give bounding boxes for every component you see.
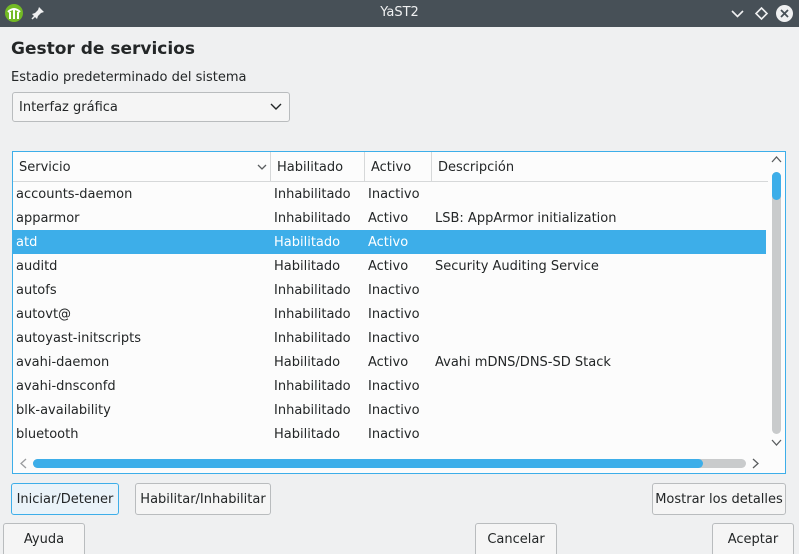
enabled-cell: Inhabilitado <box>274 187 351 202</box>
enabled-cell: Inhabilitado <box>274 403 351 418</box>
service-name-cell: atd <box>16 235 38 250</box>
title-bar: YaST2 <box>0 0 799 27</box>
default-target-label: Estadio predeterminado del sistema <box>11 70 247 85</box>
active-cell: Activo <box>368 259 409 274</box>
table-row[interactable]: autoyast-initscripts Inhabilitado Inactivo <box>13 326 766 350</box>
service-name-cell: bluetooth <box>16 427 79 442</box>
table-row[interactable]: autovt@ Inhabilitado Inactivo <box>13 302 766 326</box>
window-title: YaST2 <box>380 5 419 20</box>
page-title: Gestor de servicios <box>11 39 195 59</box>
description-cell: LSB: AppArmor initialization <box>435 211 617 226</box>
description-cell: Security Auditing Service <box>435 259 599 274</box>
minimize-icon[interactable] <box>729 5 746 22</box>
close-icon[interactable] <box>776 5 793 22</box>
enabled-cell: Habilitado <box>274 427 341 442</box>
column-header-label: Descripción <box>438 160 515 175</box>
enabled-cell: Inhabilitado <box>274 379 351 394</box>
column-header-label: Activo <box>371 160 412 175</box>
chevron-down-icon <box>270 103 282 110</box>
cancel-button[interactable]: Cancelar <box>475 523 557 554</box>
service-name-cell: autovt@ <box>16 307 72 322</box>
maximize-icon[interactable] <box>753 5 770 22</box>
service-name-cell: avahi-dnsconfd <box>16 379 116 394</box>
enabled-cell: Habilitado <box>274 355 341 370</box>
active-cell: Activo <box>368 355 409 370</box>
table-row[interactable]: blk-availability Inhabilitado Inactivo <box>13 398 766 422</box>
enabled-cell: Habilitado <box>274 259 341 274</box>
enable-disable-button[interactable]: Habilitar/Inhabilitar <box>135 483 271 515</box>
active-cell: Inactivo <box>368 187 420 202</box>
service-name-cell: auditd <box>16 259 58 274</box>
show-details-button[interactable]: Mostrar los detalles <box>652 483 786 515</box>
scroll-left-icon[interactable] <box>19 458 28 469</box>
active-cell: Inactivo <box>368 283 420 298</box>
column-header-enabled[interactable]: Habilitado <box>271 152 365 182</box>
scroll-thumb[interactable] <box>33 459 703 468</box>
service-name-cell: blk-availability <box>16 403 111 418</box>
table-body: accounts-daemon Inhabilitado Inactivo appar… <box>13 182 766 446</box>
enabled-cell: Inhabilitado <box>274 307 351 322</box>
table-row[interactable]: avahi-daemon Habilitado Activo Avahi mDNS/D… <box>13 350 766 374</box>
default-target-value: Interfaz gráfica <box>19 100 118 115</box>
active-cell: Inactivo <box>368 307 420 322</box>
help-button[interactable]: Ayuda <box>3 523 85 554</box>
scroll-up-icon[interactable] <box>771 155 782 164</box>
start-stop-button[interactable]: Iniciar/Detener <box>11 483 119 515</box>
active-cell: Activo <box>368 211 409 226</box>
column-header-description[interactable]: Descripción <box>432 152 768 182</box>
table-row[interactable]: atd Habilitado Activo <box>13 230 766 254</box>
enabled-cell: Inhabilitado <box>274 283 351 298</box>
table-row[interactable]: auditd Habilitado Activo Security Auditing … <box>13 254 766 278</box>
active-cell: Inactivo <box>368 379 420 394</box>
scroll-right-icon[interactable] <box>751 458 760 469</box>
sort-down-icon <box>257 164 267 170</box>
table-header: Servicio Habilitado Activo Descripción <box>13 152 768 182</box>
horizontal-scrollbar[interactable] <box>13 453 768 473</box>
enabled-cell: Inhabilitado <box>274 211 351 226</box>
service-name-cell: autoyast-initscripts <box>16 331 142 346</box>
table-row[interactable]: apparmor Inhabilitado Activo LSB: AppArmor … <box>13 206 766 230</box>
scroll-thumb[interactable] <box>772 172 781 200</box>
vertical-scrollbar[interactable] <box>768 152 785 453</box>
column-header-service[interactable]: Servicio <box>13 152 271 182</box>
active-cell: Activo <box>368 235 409 250</box>
accept-button[interactable]: Aceptar <box>712 523 794 554</box>
column-header-label: Servicio <box>19 160 71 175</box>
table-row[interactable]: autofs Inhabilitado Inactivo <box>13 278 766 302</box>
service-name-cell: autofs <box>16 283 57 298</box>
enabled-cell: Inhabilitado <box>274 331 351 346</box>
description-cell: Avahi mDNS/DNS-SD Stack <box>435 355 611 370</box>
scroll-down-icon[interactable] <box>771 438 782 447</box>
table-row[interactable]: avahi-dnsconfd Inhabilitado Inactivo <box>13 374 766 398</box>
column-header-label: Habilitado <box>277 160 344 175</box>
column-header-active[interactable]: Activo <box>365 152 432 182</box>
service-name-cell: apparmor <box>16 211 80 226</box>
table-row[interactable]: accounts-daemon Inhabilitado Inactivo <box>13 182 766 206</box>
active-cell: Inactivo <box>368 403 420 418</box>
active-cell: Inactivo <box>368 331 420 346</box>
scroll-track[interactable] <box>772 172 781 434</box>
service-name-cell: avahi-daemon <box>16 355 110 370</box>
service-name-cell: accounts-daemon <box>16 187 133 202</box>
active-cell: Inactivo <box>368 427 420 442</box>
default-target-select[interactable]: Interfaz gráfica <box>12 92 290 122</box>
table-row[interactable]: bluetooth Habilitado Inactivo <box>13 422 766 446</box>
enabled-cell: Habilitado <box>274 235 341 250</box>
services-table[interactable]: Servicio Habilitado Activo Descripción a… <box>12 151 786 474</box>
